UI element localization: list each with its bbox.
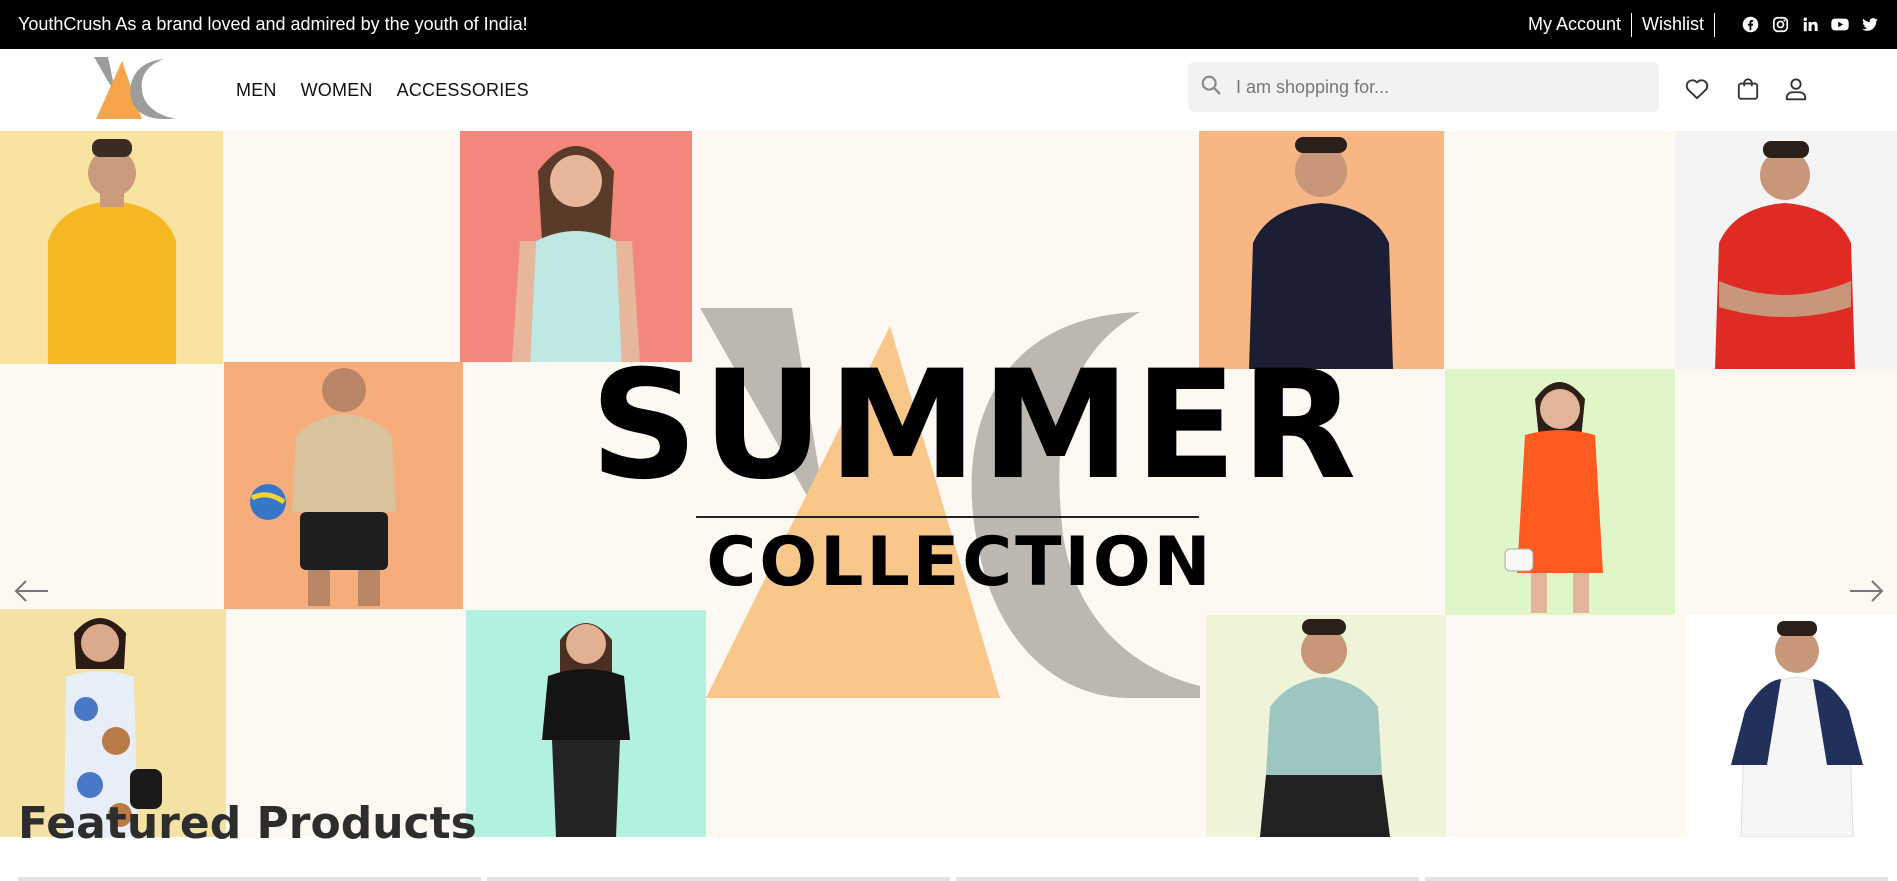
bag-icon[interactable] <box>1735 76 1761 102</box>
featured-products-title: Featured Products <box>18 798 477 849</box>
nav-item-men[interactable]: MEN <box>236 80 277 101</box>
product-photo-beige-tshirt <box>224 362 463 609</box>
product-card[interactable] <box>18 877 481 881</box>
hero-subtitle: COLLECTION <box>706 523 1214 602</box>
product-photo-red-polo <box>1675 131 1897 369</box>
my-account-link[interactable]: My Account <box>1518 14 1631 35</box>
product-photo-mint-polo <box>1206 615 1446 837</box>
twitter-icon[interactable] <box>1861 16 1879 34</box>
main-nav: MEN WOMEN ACCESSORIES <box>236 49 529 131</box>
hero-divider <box>696 516 1199 518</box>
divider <box>1714 12 1715 37</box>
product-photo-navy-polo <box>1199 131 1444 369</box>
product-photo-women-crop-top <box>460 131 692 362</box>
nav-item-women[interactable]: WOMEN <box>301 80 373 101</box>
arrow-right-icon[interactable] <box>1846 571 1886 611</box>
arrow-left-icon[interactable] <box>12 571 52 611</box>
search-input[interactable] <box>1236 76 1646 98</box>
youtube-icon[interactable] <box>1831 16 1849 34</box>
site-header: MEN WOMEN ACCESSORIES <box>0 49 1897 131</box>
product-card[interactable] <box>487 877 950 881</box>
nav-item-accessories[interactable]: ACCESSORIES <box>397 80 529 101</box>
topbar-right: My Account Wishlist <box>1518 12 1879 37</box>
user-icon[interactable] <box>1783 76 1809 102</box>
brand-logo[interactable] <box>92 55 178 121</box>
hero-title: SUMMER <box>590 339 1361 513</box>
product-card[interactable] <box>956 877 1419 881</box>
hero-banner[interactable]: SUMMER COLLECTION <box>0 131 1897 837</box>
product-photo-yellow-polo <box>0 131 223 364</box>
facebook-icon[interactable] <box>1741 16 1759 34</box>
instagram-icon[interactable] <box>1771 16 1789 34</box>
wishlist-link[interactable]: Wishlist <box>1632 14 1714 35</box>
search-icon[interactable] <box>1200 74 1222 101</box>
announcement-bar: YouthCrush As a brand loved and admired … <box>0 0 1897 49</box>
product-photo-orange-dress <box>1445 369 1675 615</box>
product-card[interactable] <box>1425 877 1888 881</box>
announcement-text: YouthCrush As a brand loved and admired … <box>18 14 528 34</box>
heart-icon[interactable] <box>1684 76 1710 102</box>
search-box <box>1188 62 1659 112</box>
social-links <box>1741 16 1879 34</box>
product-photo-black-tee-jeans <box>466 610 706 837</box>
product-photo-raglan-tee <box>1687 615 1897 837</box>
linkedin-icon[interactable] <box>1801 16 1819 34</box>
